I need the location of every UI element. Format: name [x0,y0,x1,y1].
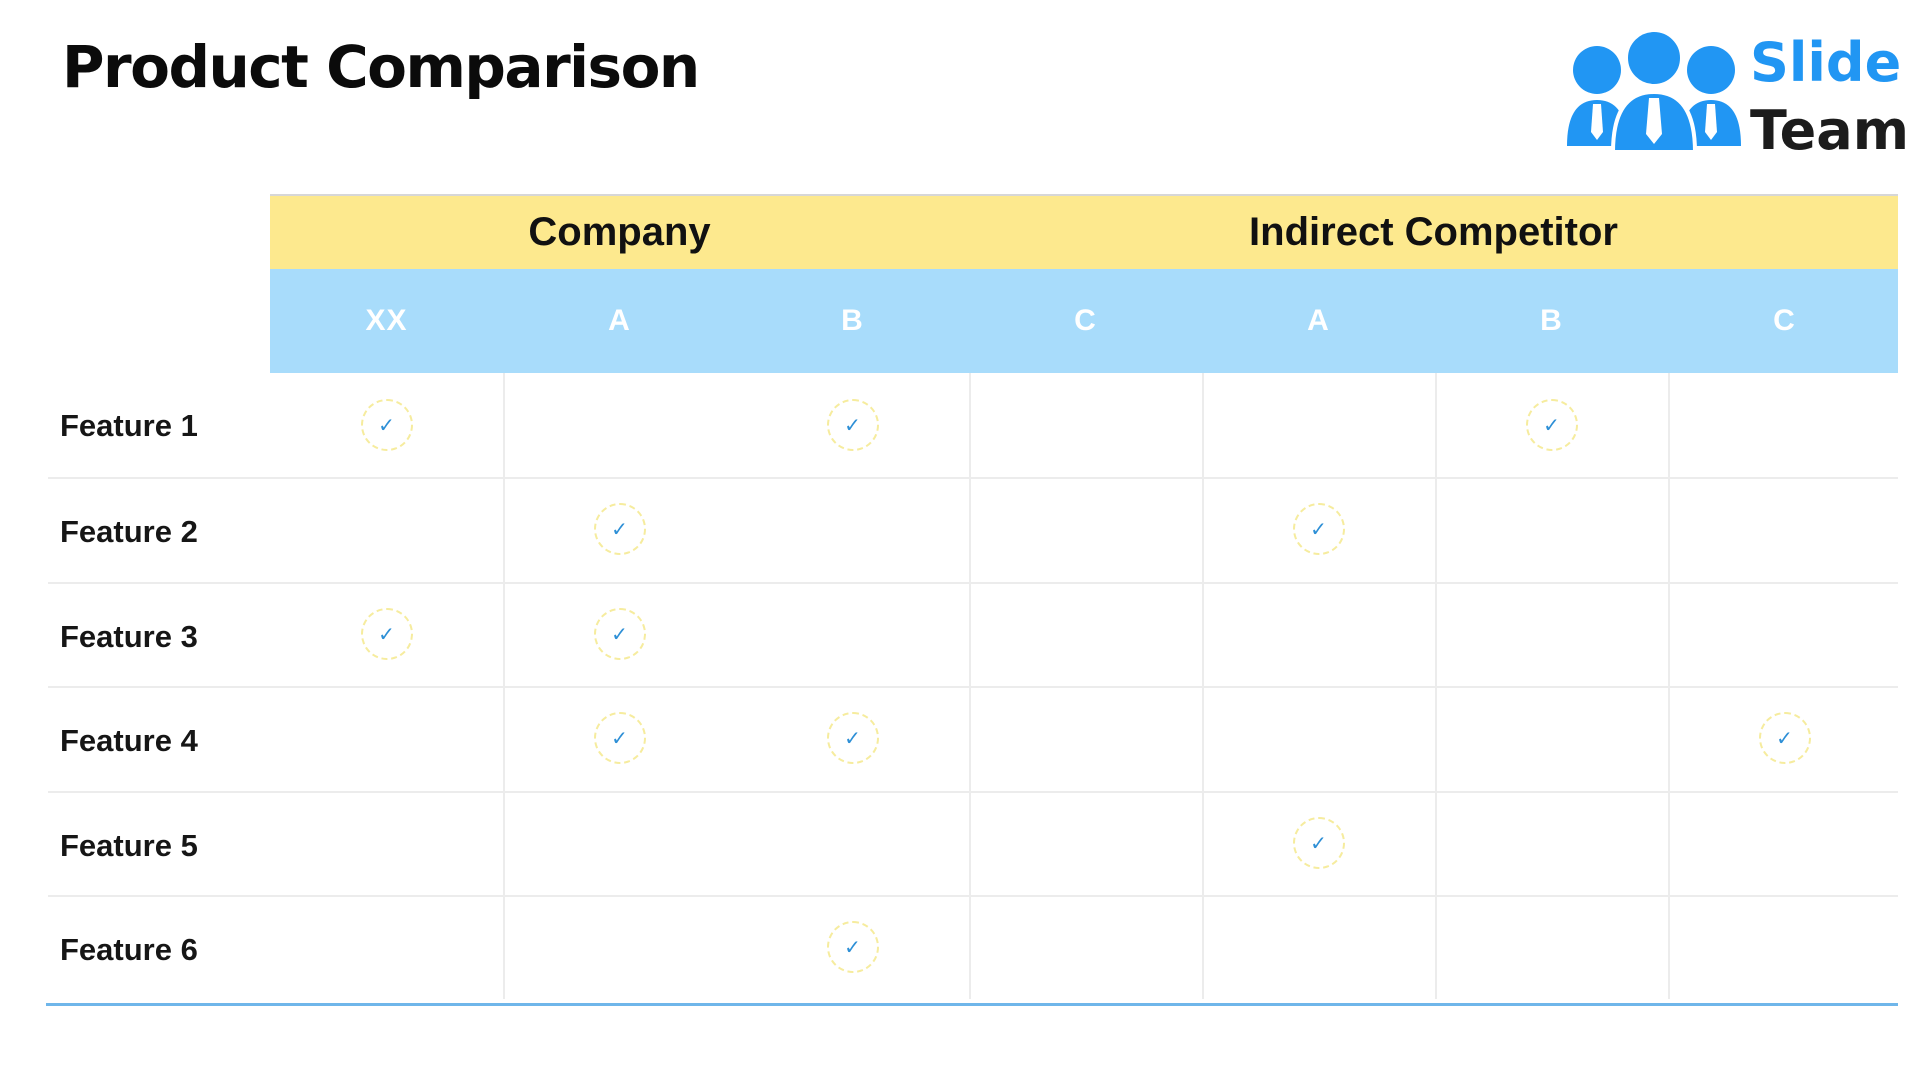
table-body: Feature 1 Feature 2 Feature 3 Feature 4 … [48,373,1900,999]
table-row: Feature 6 [48,895,1898,1002]
checkmark-glyph: ✓ [844,935,861,959]
table-row: Feature 1 [48,373,1898,478]
row-label: Feature 5 [60,828,198,863]
row-label: Feature 6 [60,932,198,967]
logo-word-team: Team [1750,99,1909,162]
checkmark-glyph: ✓ [844,413,861,437]
people-group-icon [1567,28,1741,154]
group-header-company: Company [528,210,711,254]
checkmark-icon: ✓ [593,608,646,660]
row-label: Feature 3 [60,619,198,654]
group-header-row: Company Indirect Competitor [270,194,1898,269]
checkmark-glyph: ✓ [844,726,861,750]
checkmark-icon: ✓ [593,503,646,555]
column-header-competitor-c: C [1773,304,1796,337]
table-row: Feature 2 [48,477,1898,584]
checkmark-icon: ✓ [360,608,413,660]
slideteam-logo: Slide Team [1565,28,1909,158]
row-label: Feature 2 [60,514,198,549]
row-label: Feature 1 [60,408,198,443]
group-header-indirect-competitor: Indirect Competitor [1249,210,1618,254]
checkmark-glyph: ✓ [1776,726,1793,750]
checkmark-icon: ✓ [1292,503,1345,555]
checkmark-glyph: ✓ [378,622,395,646]
checkmark-icon: ✓ [826,399,879,451]
checkmark-icon: ✓ [593,712,646,764]
row-label: Feature 4 [60,723,198,758]
table-bottom-rule [46,1003,1898,1006]
column-header-company-c: C [1074,304,1097,337]
column-header-competitor-a: A [1307,304,1330,337]
checkmark-icon: ✓ [360,399,413,451]
column-header-competitor-b: B [1540,304,1563,337]
checkmark-glyph: ✓ [378,413,395,437]
checkmark-icon: ✓ [1758,712,1811,764]
checkmark-glyph: ✓ [1310,831,1327,855]
checkmark-glyph: ✓ [1543,413,1560,437]
checkmark-icon: ✓ [1292,817,1345,869]
column-header-row: XX A B C A B C [270,269,1898,373]
table-row: Feature 3 [48,582,1898,689]
table-row: Feature 5 [48,791,1898,898]
checkmark-glyph: ✓ [611,726,628,750]
checkmark-icon: ✓ [826,712,879,764]
page-title: Product Comparison [62,33,700,101]
checkmark-glyph: ✓ [611,622,628,646]
column-header-xx: XX [365,304,408,337]
logo-word-slide: Slide [1750,31,1902,94]
table-row: Feature 4 [48,686,1898,793]
checkmark-icon: ✓ [826,921,879,973]
checkmark-icon: ✓ [1525,399,1578,451]
column-header-company-b: B [841,304,864,337]
column-header-company-a: A [608,304,631,337]
checkmark-glyph: ✓ [1310,517,1327,541]
checkmark-glyph: ✓ [611,517,628,541]
